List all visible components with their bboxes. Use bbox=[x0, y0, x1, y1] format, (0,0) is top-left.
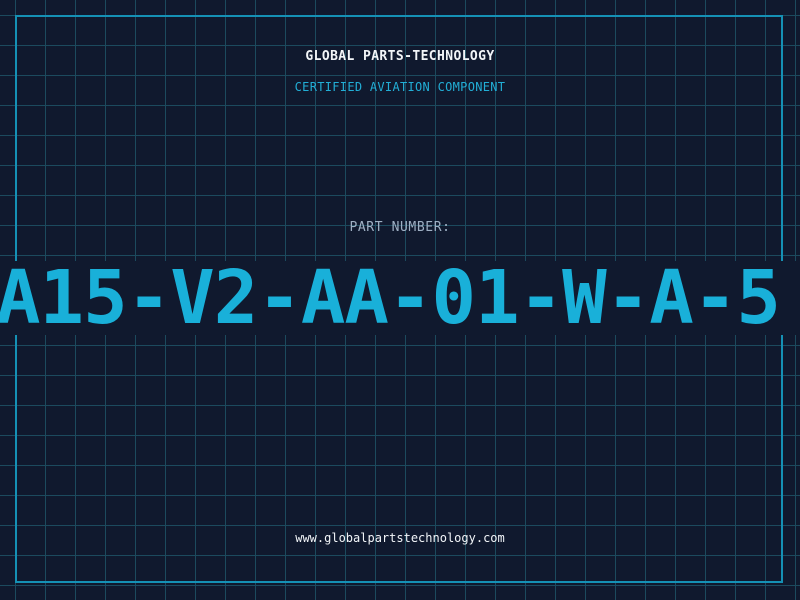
part-number-band: A15-V2-AA-01-W-A-5 bbox=[0, 261, 800, 335]
certification-subtitle: CERTIFIED AVIATION COMPONENT bbox=[294, 80, 506, 94]
part-number-label: PART NUMBER: bbox=[349, 220, 451, 235]
website-url: www.globalpartstechnology.com bbox=[295, 531, 505, 545]
part-number-value: A15-V2-AA-01-W-A-5 bbox=[0, 261, 781, 335]
company-title: GLOBAL PARTS-TECHNOLOGY bbox=[305, 49, 495, 64]
